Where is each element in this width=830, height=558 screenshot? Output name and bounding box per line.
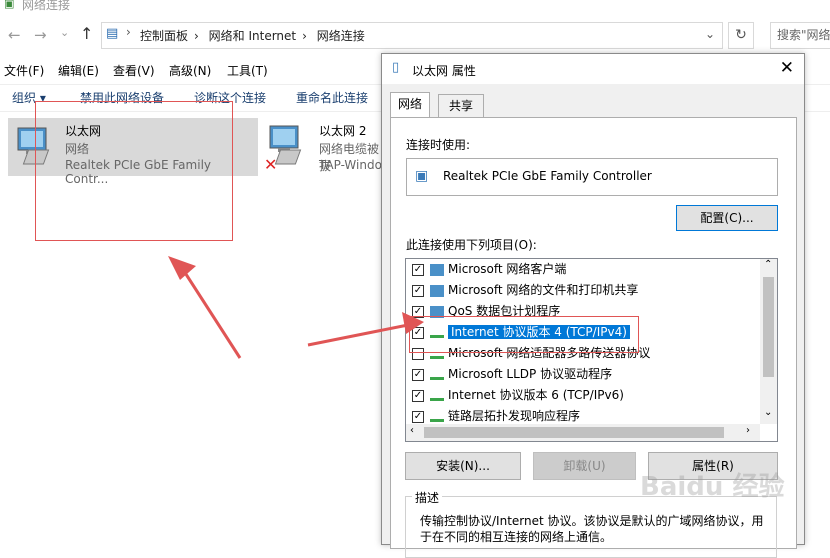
watermark: Baidu 经验 xyxy=(640,472,785,502)
annotation-arrows xyxy=(168,256,424,359)
